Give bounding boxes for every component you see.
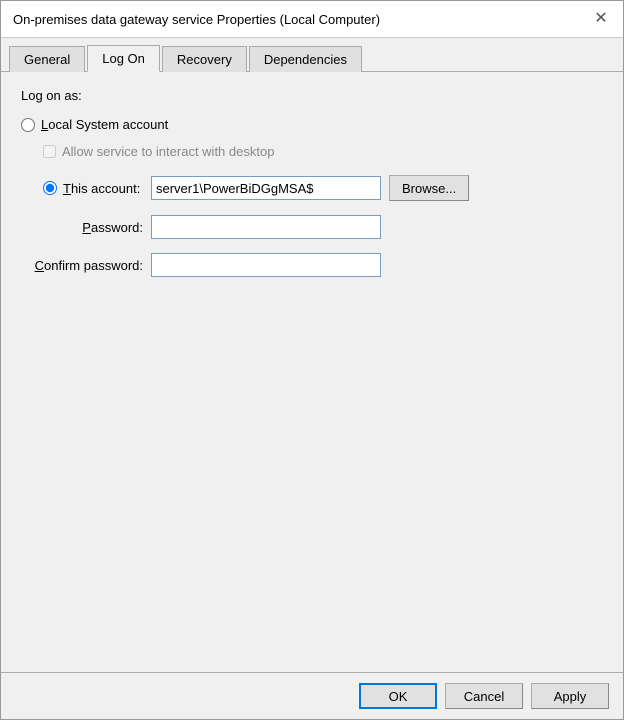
interact-desktop-label: Allow service to interact with desktop: [62, 144, 274, 159]
this-account-radio-wrapper: This account:: [21, 181, 151, 196]
interact-desktop-row: Allow service to interact with desktop: [43, 144, 603, 159]
tab-recovery[interactable]: Recovery: [162, 46, 247, 72]
password-input[interactable]: [151, 215, 381, 239]
this-account-radio-row: This account:: [43, 181, 143, 196]
password-label: Password:: [21, 220, 151, 235]
properties-dialog: On-premises data gateway service Propert…: [0, 0, 624, 720]
apply-button[interactable]: Apply: [531, 683, 609, 709]
tab-bar: General Log On Recovery Dependencies: [1, 38, 623, 72]
cancel-button[interactable]: Cancel: [445, 683, 523, 709]
title-bar: On-premises data gateway service Propert…: [1, 1, 623, 38]
close-button[interactable]: ✕: [591, 9, 611, 29]
confirm-password-label: Confirm password:: [21, 258, 151, 273]
local-system-label[interactable]: Local System account: [41, 117, 168, 132]
account-section: This account: Browse... Password: Confir…: [21, 175, 603, 277]
this-account-radio[interactable]: [43, 181, 57, 195]
this-account-label[interactable]: This account:: [63, 181, 140, 196]
local-system-row: Local System account: [21, 117, 603, 132]
logon-section-label: Log on as:: [21, 88, 603, 103]
local-system-radio[interactable]: [21, 118, 35, 132]
interact-desktop-checkbox[interactable]: [43, 145, 56, 158]
content-spacer: [21, 277, 603, 656]
confirm-password-input[interactable]: [151, 253, 381, 277]
tab-dependencies[interactable]: Dependencies: [249, 46, 362, 72]
tab-logon[interactable]: Log On: [87, 45, 160, 72]
tab-general[interactable]: General: [9, 46, 85, 72]
window-title: On-premises data gateway service Propert…: [13, 12, 380, 27]
ok-button[interactable]: OK: [359, 683, 437, 709]
logon-radio-group: Local System account Allow service to in…: [21, 117, 603, 159]
password-row: Password:: [21, 215, 603, 239]
browse-button[interactable]: Browse...: [389, 175, 469, 201]
confirm-password-row: Confirm password:: [21, 253, 603, 277]
this-account-input[interactable]: [151, 176, 381, 200]
button-bar: OK Cancel Apply: [1, 672, 623, 719]
this-account-row: This account: Browse...: [21, 175, 603, 201]
tab-content: Log on as: Local System account Allow se…: [1, 72, 623, 672]
